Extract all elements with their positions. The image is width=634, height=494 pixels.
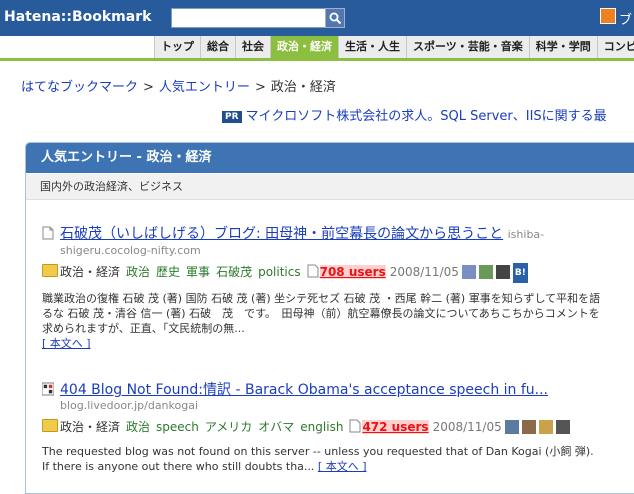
tab-society[interactable]: 社会	[235, 36, 270, 58]
list-item: 404 Blog Not Found:情訳 - Barack Obama's a…	[42, 381, 634, 474]
entry-date: 2008/11/05	[432, 420, 502, 434]
breadcrumb-separator: >	[143, 80, 154, 95]
breadcrumb-link-popular[interactable]: 人気エントリー	[159, 80, 250, 95]
entry-category[interactable]: 政治・経済	[60, 265, 120, 279]
breadcrumb-separator: >	[254, 80, 266, 95]
user-avatar-icon[interactable]	[478, 265, 493, 279]
favicon-icon	[42, 382, 54, 396]
entry-title-row: 石破茂（いしばしげる）ブログ: 田母神・前空幕長の論文から思うこと ishiba…	[42, 225, 634, 244]
tab-computer[interactable]: コンピュ	[596, 36, 634, 58]
entry-category[interactable]: 政治・経済	[60, 420, 120, 434]
category-tabs: トップ 総合 社会 政治・経済 生活・人生 スポーツ・芸能・音楽 科学・学問 コ…	[154, 36, 634, 58]
folder-icon	[42, 419, 58, 432]
user-avatar-icon[interactable]	[538, 420, 553, 434]
section-title: 人気エントリー - 政治・経済	[26, 143, 634, 173]
entry-users-count[interactable]: 708 users	[319, 265, 386, 279]
b-badge-icon[interactable]: B!	[512, 263, 528, 283]
tab-life[interactable]: 生活・人生	[338, 36, 406, 58]
user-avatar-icon[interactable]	[521, 420, 536, 434]
search-input[interactable]	[171, 8, 329, 28]
entry-summary: The requested blog was not found on this…	[42, 444, 602, 474]
tab-general[interactable]: 総合	[200, 36, 235, 58]
entry-tag[interactable]: 政治	[126, 420, 150, 434]
entry-meta: 政治・経済 政治 歴史 軍事 石破茂 politics 708 users 2008/11/0…	[42, 263, 634, 283]
read-more-link[interactable]: [ 本文へ ]	[42, 337, 91, 350]
folder-icon	[42, 264, 58, 277]
entry-title-row: 404 Blog Not Found:情訳 - Barack Obama's a…	[42, 381, 634, 399]
entry-domain[interactable]: shigeru.cocolog-nifty.com	[60, 244, 634, 257]
tab-science[interactable]: 科学・学問	[528, 36, 597, 58]
entry-tag[interactable]: オバマ	[258, 420, 294, 434]
category-nav: トップ 総合 社会 政治・経済 生活・人生 スポーツ・芸能・音楽 科学・学問 コ…	[0, 36, 634, 61]
entry-domain[interactable]: ishiba-	[508, 228, 545, 241]
entry-title-link[interactable]: 石破茂（いしばしげる）ブログ: 田母神・前空幕長の論文から思うこと	[60, 226, 503, 242]
entry-tag[interactable]: 石破茂	[216, 265, 252, 279]
entry-tag[interactable]: 軍事	[186, 265, 210, 279]
breadcrumb-link-home[interactable]: はてなブックマーク	[21, 80, 138, 95]
page-icon	[349, 419, 361, 433]
read-more-link[interactable]: [ 本文へ ]	[318, 460, 367, 473]
user-avatar-icon[interactable]	[461, 265, 476, 279]
tab-sports-entertainment[interactable]: スポーツ・芸能・音楽	[406, 36, 529, 58]
site-logo[interactable]: Hatena::Bookmark	[4, 9, 151, 25]
page-icon	[42, 226, 54, 240]
section-description: 国内外の政治経済、ビジネス	[26, 174, 634, 200]
entry-users-count[interactable]: 472 users	[362, 420, 429, 434]
user-avatar-icon[interactable]	[504, 420, 519, 434]
entry-tag[interactable]: english	[300, 420, 343, 434]
entry-tag[interactable]: politics	[258, 265, 301, 279]
pr-badge: PR	[222, 111, 242, 123]
entry-meta: 政治・経済 政治 speech アメリカ オバマ english 472 users 2008…	[42, 418, 634, 436]
list-item: 石破茂（いしばしげる）ブログ: 田母神・前空幕長の論文から思うこと ishiba…	[42, 225, 634, 351]
entry-summary: 職業政治の復権 石破 茂 (著) 国防 石破 茂 (著) 坐シテ死セズ 石破 茂…	[42, 291, 602, 351]
entry-domain[interactable]: blog.livedoor.jp/dankogai	[60, 399, 634, 412]
ad-line: PR マイクロソフト株式会社の求人。SQL Server、IISに関する最	[222, 105, 607, 124]
search-icon	[329, 12, 342, 25]
breadcrumb-current: 政治・経済	[270, 80, 336, 95]
breadcrumb: はてなブックマーク > 人気エントリー > 政治・経済	[21, 76, 336, 95]
user-avatar-icon[interactable]	[555, 420, 570, 434]
entry-tag[interactable]: 歴史	[156, 265, 180, 279]
entry-date: 2008/11/05	[389, 265, 459, 279]
entry-title-link[interactable]: 404 Blog Not Found:情訳 - Barack Obama's a…	[60, 382, 548, 398]
ad-link[interactable]: マイクロソフト株式会社の求人。SQL Server、IISに関する最	[246, 109, 607, 124]
page-icon	[307, 264, 319, 278]
entry-tag[interactable]: 政治	[126, 265, 150, 279]
entry-tag[interactable]: speech	[156, 420, 199, 434]
entry-summary-text: 職業政治の復権 石破 茂 (著) 国防 石破 茂 (著) 坐シテ死セズ 石破 茂…	[42, 292, 601, 335]
entry-tag[interactable]: アメリカ	[205, 420, 252, 434]
site-header: Hatena::Bookmark ブ	[0, 0, 634, 36]
user-avatar-icon[interactable]	[495, 265, 510, 279]
search-button[interactable]	[325, 8, 345, 28]
tab-top[interactable]: トップ	[154, 36, 200, 58]
user-label[interactable]: ブ	[619, 9, 632, 28]
user-icon[interactable]	[600, 8, 616, 24]
tab-politics-economy[interactable]: 政治・経済	[270, 36, 338, 58]
